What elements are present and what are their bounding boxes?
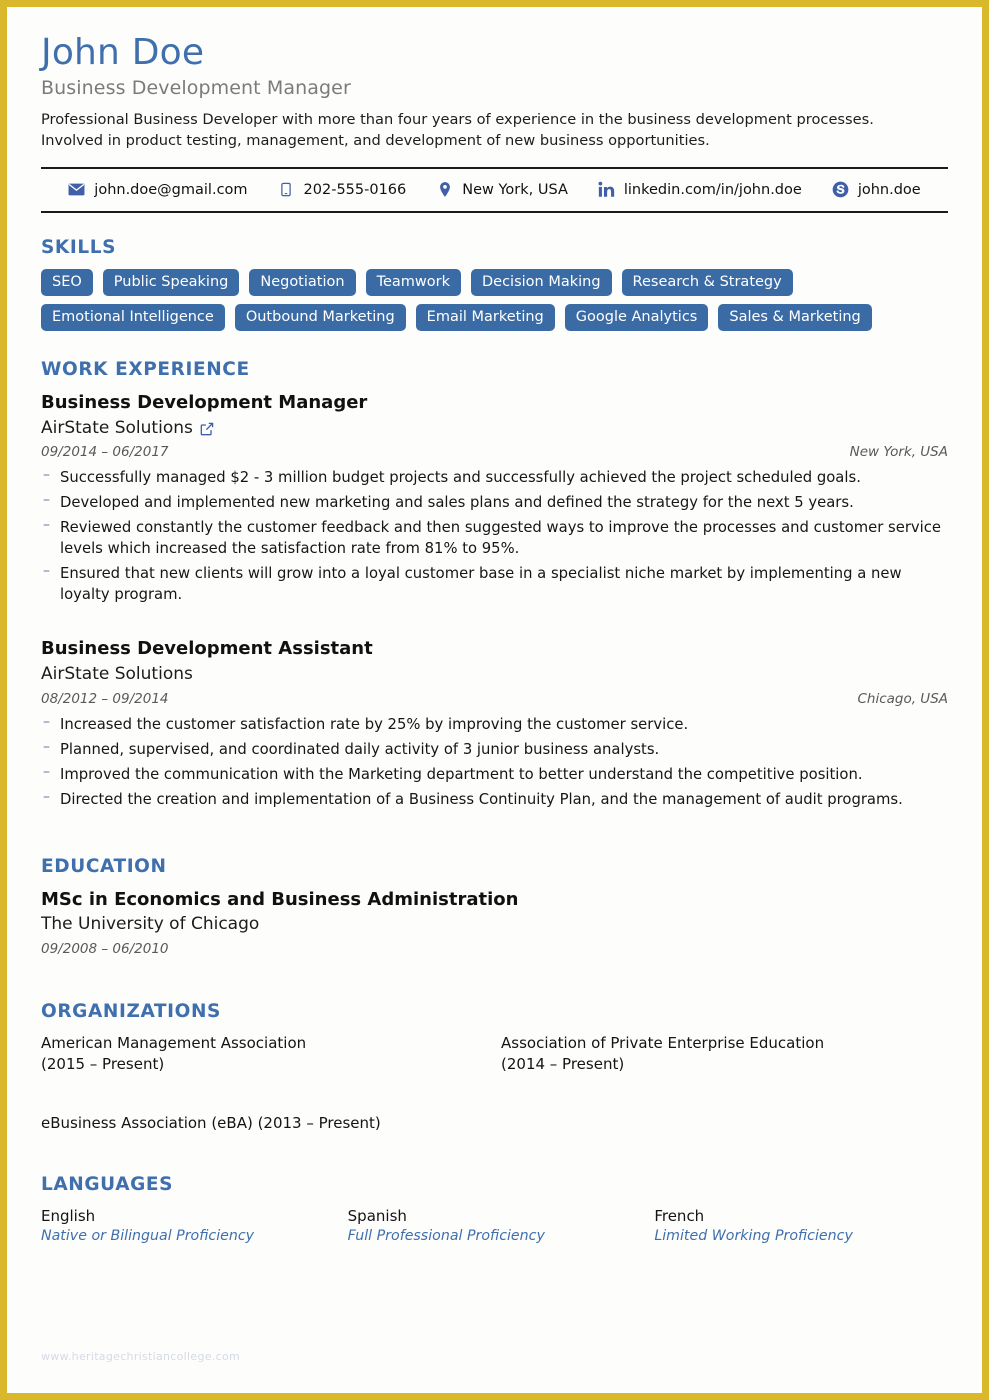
section-education: EDUCATION MSc in Economics and Business … [41,856,948,957]
job-bullet: Planned, supervised, and coordinated dai… [41,738,948,760]
organizations-heading: ORGANIZATIONS [41,1001,221,1023]
organization-item: eBusiness Association (eBA) (2013 – Pres… [41,1114,381,1133]
skype-icon [832,181,849,198]
skill-badge[interactable]: Public Speaking [102,268,240,297]
language-item: Spanish Full Professional Proficiency [348,1206,635,1246]
skill-badge[interactable]: SEO [41,268,93,297]
skill-badge[interactable]: Google Analytics [564,304,709,332]
location-pin-icon [436,181,453,198]
language-name: English [41,1207,96,1226]
email-icon [68,181,85,198]
organization-item: American Management Association (2015 – … [41,1034,307,1074]
external-link-icon[interactable] [200,422,214,436]
language-item: French Limited Working Proficiency [654,1206,941,1246]
job-bullet: Improved the communication with the Mark… [41,763,948,785]
language-name: French [654,1207,705,1226]
job-company-name: AirState Solutions [41,663,193,684]
job-bullets: Successfully managed $2 - 3 million budg… [41,466,948,605]
job-role: Business Development Assistant [41,638,373,660]
job-dates: 08/2012 – 09/2014 [41,690,169,707]
contact-location-text: New York, USA [462,181,568,198]
contact-bar: john.doe@gmail.com 202-555-0166 New York… [41,166,948,213]
job-meta: 08/2012 – 09/2014 Chicago, USA [41,691,948,707]
resume-header: John Doe Business Development Manager Pr… [41,7,948,151]
job-location: New York, USA [849,444,948,461]
section-work-experience: WORK EXPERIENCE Business Development Man… [41,359,948,810]
job-location: Chicago, USA [857,690,948,707]
contact-item-location[interactable]: New York, USA [436,181,568,198]
organizations-list: American Management Association (2015 – … [41,1033,941,1134]
contact-item-email[interactable]: john.doe@gmail.com [68,181,248,198]
job-bullet: Successfully managed $2 - 3 million budg… [41,466,948,488]
skill-badge[interactable]: Sales & Marketing [718,304,872,332]
job-dates: 09/2014 – 06/2017 [41,444,169,461]
skills-heading: SKILLS [41,236,117,258]
job-company-name: AirState Solutions [41,417,193,438]
resume-page: John Doe Business Development Manager Pr… [0,0,989,1400]
languages-list: English Native or Bilingual Proficiency … [41,1206,941,1246]
organization-item: Association of Private Enterprise Educat… [501,1034,825,1074]
job-company: AirState Solutions [41,417,948,440]
work-experience-heading: WORK EXPERIENCE [41,359,250,381]
job-role: Business Development Manager [41,392,368,414]
language-item: English Native or Bilingual Proficiency [41,1206,328,1246]
section-skills: SKILLS SEO Public Speaking Negotiation T… [41,236,948,332]
education-dates: 09/2008 – 06/2010 [41,941,169,958]
linkedin-icon [598,181,615,198]
education-entry: MSc in Economics and Business Administra… [41,888,948,957]
education-heading: EDUCATION [41,855,167,877]
skill-badge[interactable]: Outbound Marketing [234,304,406,332]
language-level: Native or Bilingual Proficiency [41,1228,255,1245]
job-bullet: Directed the creation and implementation… [41,788,948,810]
job-bullets: Increased the customer satisfaction rate… [41,713,948,810]
job-bullet: Increased the customer satisfaction rate… [41,713,948,735]
section-organizations: ORGANIZATIONS American Management Associ… [41,1001,948,1134]
contact-email-text: john.doe@gmail.com [94,181,248,198]
skill-badge[interactable]: Research & Strategy [621,268,793,297]
languages-heading: LANGUAGES [41,1174,174,1196]
job-company: AirState Solutions [41,663,948,686]
contact-linkedin-text: linkedin.com/in/john.doe [623,181,802,198]
skill-badge[interactable]: Negotiation [249,268,356,297]
job-meta: 09/2014 – 06/2017 New York, USA [41,444,948,460]
language-name: Spanish [347,1207,407,1226]
language-level: Full Professional Proficiency [347,1228,545,1245]
contact-skype-text: john.doe [857,181,921,198]
skill-badge[interactable]: Emotional Intelligence [41,304,225,332]
page-title: John Doe [41,32,205,73]
education-school: The University of Chicago [41,914,260,935]
header-summary: Professional Business Developer with mor… [41,110,874,149]
job-entry: Business Development Manager AirState So… [41,391,948,605]
job-bullet: Reviewed constantly the customer feedbac… [41,516,948,559]
skill-badge[interactable]: Teamwork [365,268,461,297]
skill-badge[interactable]: Email Marketing [415,304,555,332]
section-languages: LANGUAGES English Native or Bilingual Pr… [41,1174,948,1246]
contact-item-skype[interactable]: john.doe [832,181,921,198]
job-entry: Business Development Assistant AirState … [41,637,948,809]
skills-list: SEO Public Speaking Negotiation Teamwork… [41,268,926,332]
phone-icon [278,181,295,198]
skill-badge[interactable]: Decision Making [470,268,612,297]
education-degree: MSc in Economics and Business Administra… [41,888,519,910]
contact-item-linkedin[interactable]: linkedin.com/in/john.doe [598,181,802,198]
job-bullet: Ensured that new clients will grow into … [41,562,948,605]
header-job-title: Business Development Manager [41,76,351,99]
language-level: Limited Working Proficiency [654,1228,853,1245]
contact-item-phone[interactable]: 202-555-0166 [278,181,407,198]
job-bullet: Developed and implemented new marketing … [41,491,948,513]
contact-phone-text: 202-555-0166 [303,181,407,198]
